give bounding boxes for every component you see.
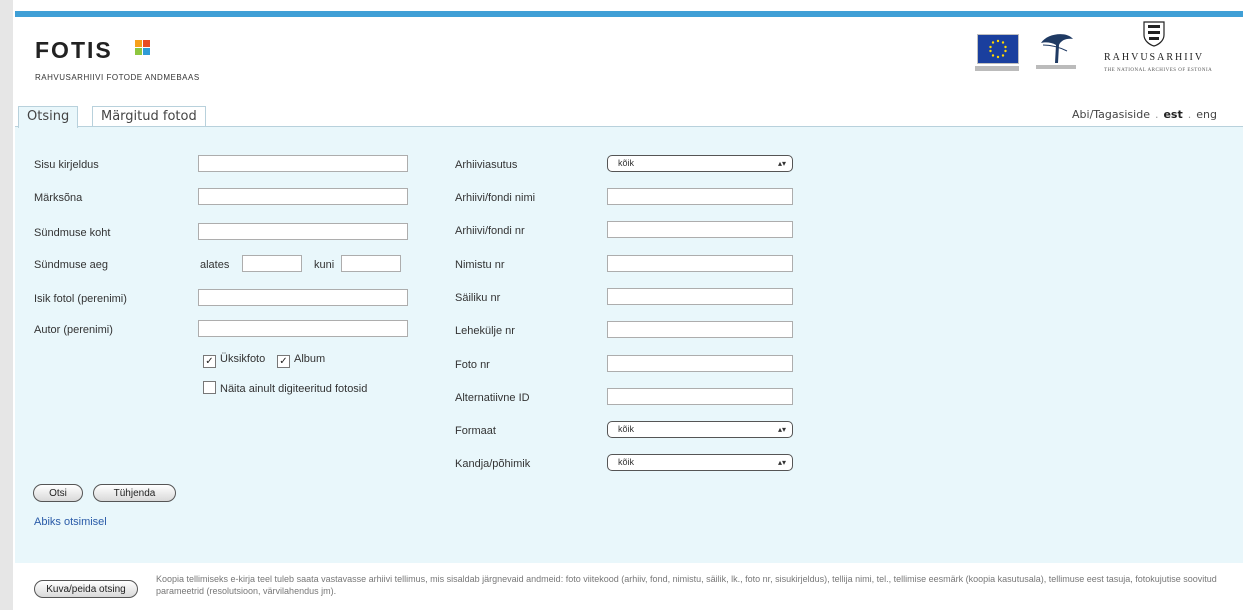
event-time-from-label: alates (200, 259, 230, 271)
checkbox-checked-icon: ✓ (277, 355, 290, 368)
foundation-logo-icon (1037, 29, 1077, 69)
event-time-to-label: kuni (314, 259, 335, 271)
list-no-label: Nimistu nr (455, 259, 505, 271)
eu-flag-icon (977, 34, 1019, 64)
clear-button[interactable]: Tühjenda (93, 484, 176, 502)
archive-institution-select[interactable]: kõik ▴▾ (607, 155, 793, 172)
foundation-caption (1036, 65, 1076, 69)
eu-flag-caption (975, 66, 1019, 71)
search-help-link[interactable]: Abiks otsimisel (34, 516, 107, 528)
album-checkbox[interactable]: ✓ Album (277, 353, 325, 368)
left-edge-strip (0, 0, 13, 610)
archive-name-input[interactable] (607, 188, 793, 205)
archive-subtitle: THE NATIONAL ARCHIVES OF ESTONIA (1104, 68, 1213, 73)
alt-id-label: Alternatiivne ID (455, 392, 530, 404)
format-label: Formaat (455, 425, 496, 437)
carrier-label: Kandja/põhimik (455, 458, 531, 470)
list-no-input[interactable] (607, 255, 793, 272)
event-place-label: Sündmuse koht (34, 227, 111, 239)
tab-search[interactable]: Otsing (18, 106, 79, 128)
fotis-logo[interactable]: FOTIS (35, 37, 113, 64)
page-no-input[interactable] (607, 321, 793, 338)
lang-eng-link[interactable]: eng (1196, 108, 1217, 121)
archive-institution-label: Arhiiviasutus (455, 159, 518, 171)
archive-name-label: Arhiivi/fondi nimi (455, 192, 536, 204)
logo-squares-icon (135, 40, 155, 58)
feedback-link[interactable]: Abi/Tagasiside (1072, 108, 1150, 121)
archive-no-label: Arhiivi/fondi nr (455, 225, 525, 237)
carrier-select[interactable]: kõik ▴▾ (607, 454, 793, 471)
alt-id-input[interactable] (607, 388, 793, 405)
digitized-only-checkbox[interactable]: Näita ainult digiteeritud fotosid (203, 381, 367, 395)
keyword-label: Märksõna (34, 192, 83, 204)
item-no-label: Säiliku nr (455, 292, 501, 304)
person-label: Isik fotol (perenimi) (34, 293, 127, 305)
lang-est-link[interactable]: est (1163, 108, 1182, 121)
select-arrows-icon: ▴▾ (777, 159, 786, 168)
content-desc-input[interactable] (198, 155, 408, 172)
logo-subtitle: RAHVUSARHIIVI FOTODE ANDMEBAAS (35, 73, 200, 82)
content-desc-label: Sisu kirjeldus (34, 159, 99, 171)
estonia-crest-icon (1143, 21, 1165, 47)
event-place-input[interactable] (198, 223, 408, 240)
photo-no-input[interactable] (607, 355, 793, 372)
person-input[interactable] (198, 289, 408, 306)
item-no-input[interactable] (607, 288, 793, 305)
archive-name: RAHVUSARHIIV (1104, 52, 1205, 63)
copy-order-notice: Koopia tellimiseks e-kirja teel tuleb sa… (156, 574, 1217, 596)
top-links: Abi/Tagasiside. est. eng (1072, 108, 1217, 121)
checkbox-checked-icon: ✓ (203, 355, 216, 368)
search-button[interactable]: Otsi (33, 484, 83, 502)
single-photo-checkbox[interactable]: ✓ Üksikfoto (203, 353, 265, 368)
select-arrows-icon: ▴▾ (777, 458, 786, 467)
site-header: FOTIS RAHVUSARHIIVI FOTODE ANDMEBAAS RAH… (15, 17, 1243, 99)
select-arrows-icon: ▴▾ (777, 425, 786, 434)
author-label: Autor (perenimi) (34, 324, 113, 336)
author-input[interactable] (198, 320, 408, 337)
event-time-from-input[interactable] (242, 255, 302, 272)
archive-no-input[interactable] (607, 221, 793, 238)
tab-marked-photos[interactable]: Märgitud fotod (92, 106, 206, 127)
event-time-label: Sündmuse aeg (34, 259, 108, 271)
toggle-search-button[interactable]: Kuva/peida otsing (34, 580, 138, 598)
checkbox-empty-icon (203, 381, 216, 394)
page-no-label: Lehekülje nr (455, 325, 515, 337)
keyword-input[interactable] (198, 188, 408, 205)
format-select[interactable]: kõik ▴▾ (607, 421, 793, 438)
photo-no-label: Foto nr (455, 359, 490, 371)
event-time-to-input[interactable] (341, 255, 401, 272)
